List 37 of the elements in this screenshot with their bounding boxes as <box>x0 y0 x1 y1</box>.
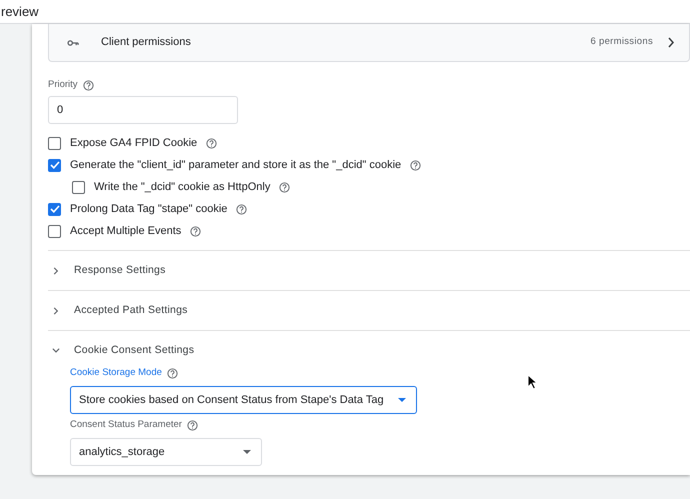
help-icon[interactable] <box>236 204 248 215</box>
chevron-down-icon <box>52 346 60 355</box>
chevron-right-icon <box>52 306 60 315</box>
checkbox-label: Expose GA4 FPID Cookie <box>70 136 198 151</box>
checkbox-label: Write the "_dcid" cookie as HttpOnly <box>94 180 270 195</box>
help-icon[interactable] <box>279 182 290 193</box>
dropdown-arrow-icon <box>398 398 406 402</box>
chevron-right-icon <box>667 37 675 48</box>
priority-input[interactable]: 0 <box>48 96 238 124</box>
help-icon[interactable] <box>206 138 218 149</box>
help-icon[interactable] <box>410 160 422 171</box>
dropdown[interactable]: Store cookies based on Consent Status from Stape's Data Tag <box>70 386 417 414</box>
checkbox-label: Prolong Data Tag "stape" cookie <box>70 202 228 217</box>
key-icon <box>67 38 79 46</box>
section-header[interactable]: Accepted Path Settings <box>48 290 690 330</box>
checkbox[interactable] <box>48 158 61 172</box>
checkbox[interactable] <box>48 224 61 238</box>
checkbox[interactable] <box>48 136 61 150</box>
checkbox-label: Accept Multiple Events <box>70 224 182 239</box>
field-label: Consent Status Parameter <box>70 418 182 432</box>
section-header[interactable]: Response Settings <box>48 250 690 290</box>
dropdown-arrow-icon <box>243 450 251 454</box>
dropdown[interactable]: analytics_storage <box>70 438 262 466</box>
help-icon[interactable] <box>186 420 198 431</box>
mouse-cursor-icon <box>527 374 539 390</box>
permissions-count: 6 permissions <box>590 35 653 50</box>
help-icon[interactable] <box>166 368 178 379</box>
help-icon[interactable] <box>190 226 202 237</box>
checkbox[interactable] <box>72 180 85 194</box>
page-title: review <box>1 2 39 21</box>
checkbox[interactable] <box>48 202 61 216</box>
checkbox-label: Generate the "client_id" parameter and store it as the "_dcid" cookie <box>70 158 402 173</box>
permissions-label: Client permissions <box>101 35 191 50</box>
permissions-row[interactable]: Client permissions 6 permissions <box>48 24 690 62</box>
chevron-right-icon <box>52 266 60 275</box>
field-label: Priority <box>48 78 78 92</box>
help-icon[interactable] <box>82 80 94 91</box>
